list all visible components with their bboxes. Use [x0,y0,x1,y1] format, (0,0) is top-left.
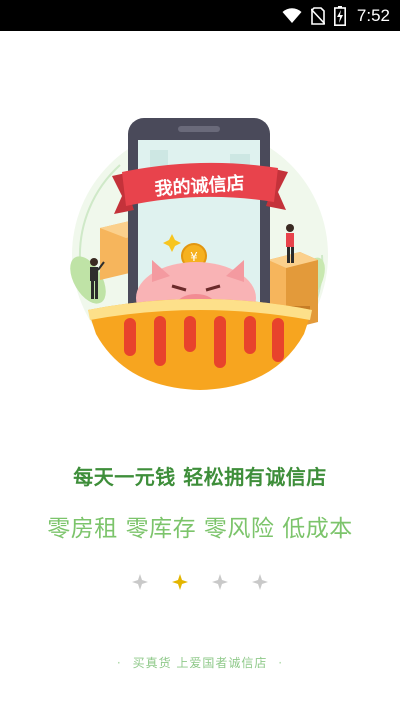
onboarding-illustration: 我的诚信店 ¥ [70,118,328,390]
page-indicator-sparkle-icon[interactable] [130,572,150,592]
footer-dot-left: · [116,656,122,670]
page-indicator-sparkle-icon-active[interactable] [170,572,190,592]
status-time: 7:52 [356,6,390,25]
page-indicator-sparkle-icon[interactable] [210,572,230,592]
page-indicator [0,572,400,592]
status-icons: 7:52 [282,5,390,27]
footer-tagline: · 买真货 上爱国者诚信店 · [0,654,400,671]
svg-text:¥: ¥ [190,250,198,264]
person-icon-right [286,224,294,263]
battery-charging-icon [333,6,346,26]
slogan-headline: 每天一元钱 轻松拥有诚信店 [73,465,327,489]
status-bar: 7:52 [0,0,400,31]
no-sim-icon [310,7,325,25]
footer-dot-right: · [278,656,284,670]
wifi-icon [282,8,302,23]
page-indicator-sparkle-icon[interactable] [250,572,270,592]
slogan-subline: 零房租 零库存 零风险 低成本 [47,516,353,542]
footer-text: 买真货 上爱国者诚信店 [132,656,268,670]
